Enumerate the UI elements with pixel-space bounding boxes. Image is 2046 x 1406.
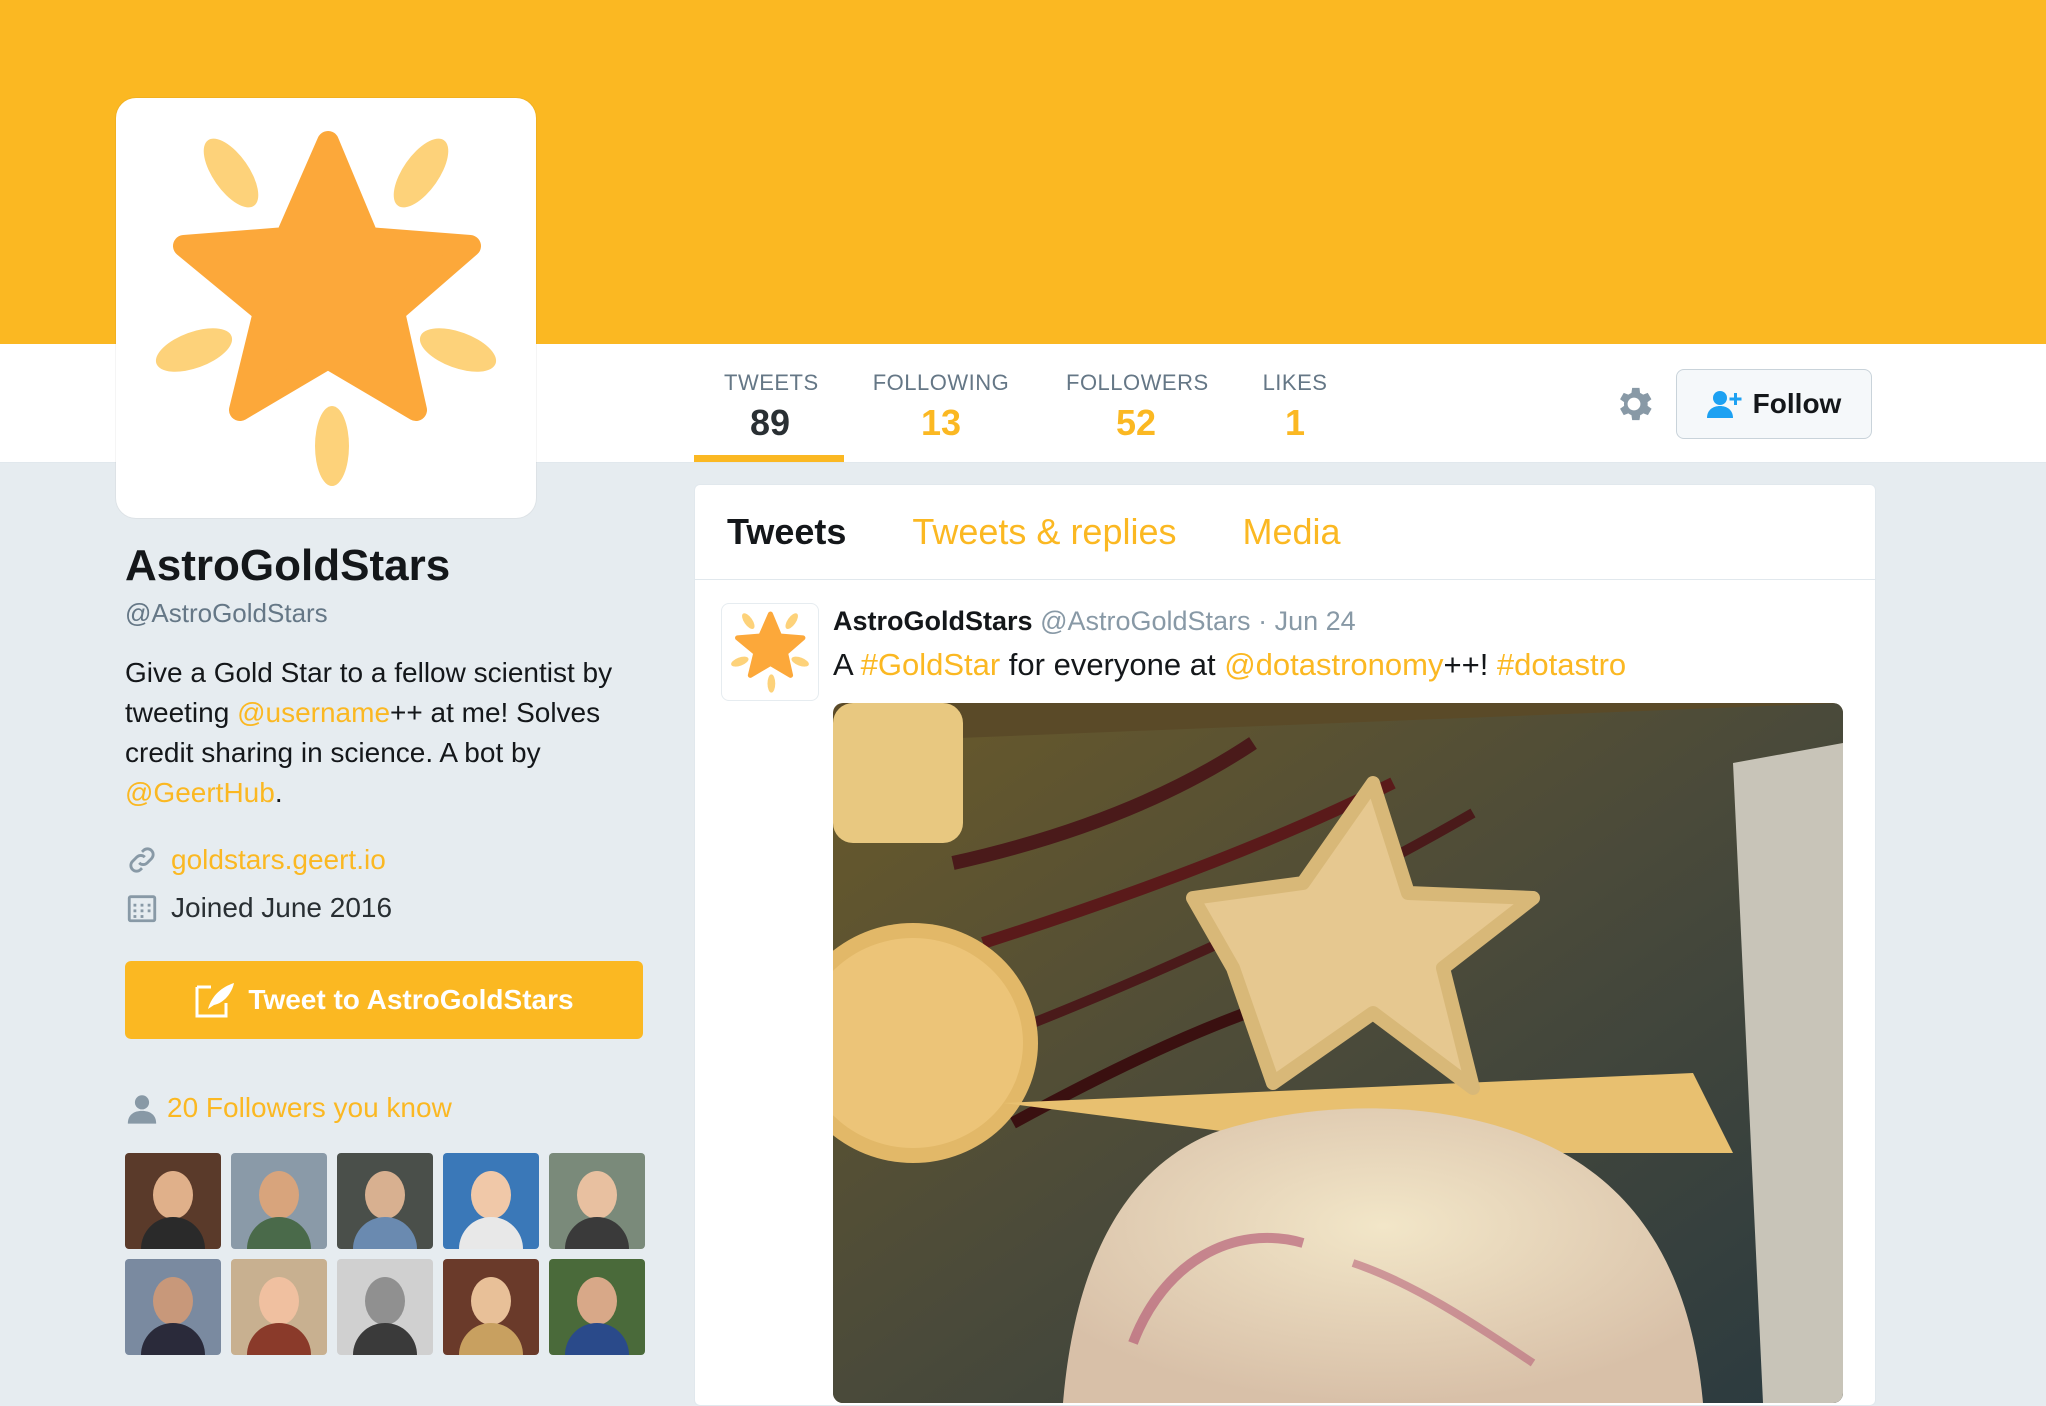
follower-avatar[interactable] (125, 1153, 221, 1249)
profile-handle[interactable]: @AstroGoldStars (125, 598, 645, 629)
timeline-tabs: Tweets Tweets & replies Media (695, 485, 1875, 580)
tweet-separator: · (1258, 606, 1268, 636)
joined-date: Joined June 2016 (171, 892, 393, 923)
stat-likes[interactable]: LIKES 1 (1262, 370, 1328, 444)
follower-avatar[interactable] (337, 1259, 433, 1355)
profile-website: goldstars.geert.io (125, 843, 645, 877)
tweet-content: AstroGoldStars @AstroGoldStars · Jun 24 … (833, 603, 1843, 687)
tweet-photo[interactable] (833, 703, 1843, 1403)
compose-tweet-icon (195, 983, 235, 1018)
add-user-icon (1706, 391, 1742, 418)
tweet-text-part: ++! (1443, 647, 1497, 682)
follower-avatar[interactable] (443, 1259, 539, 1355)
followers-you-know-link[interactable]: 20 Followers you know (125, 1091, 645, 1125)
gold-star-icon (155, 131, 497, 486)
tweet-date[interactable]: Jun 24 (1275, 606, 1356, 636)
tweet-text-part: for everyone at (1000, 647, 1225, 682)
tweet-text-part: A (833, 647, 861, 682)
tweet-to-label: Tweet to AstroGoldStars (248, 984, 574, 1015)
stat-followers-value: 52 (1115, 402, 1157, 443)
bio-mention-link[interactable]: @username (237, 697, 390, 728)
profile-avatar[interactable] (116, 98, 536, 518)
follower-avatar[interactable] (549, 1259, 645, 1355)
active-stat-indicator (694, 455, 844, 462)
stat-tweets-label: TWEETS (724, 370, 819, 395)
gold-star-icon (731, 611, 809, 693)
stat-followers-label: FOLLOWERS (1066, 370, 1209, 395)
profile-joined: Joined June 2016 (125, 891, 645, 925)
hashtag-link[interactable]: #dotastro (1497, 647, 1626, 682)
stat-following-label: FOLLOWING (872, 370, 1010, 395)
website-link[interactable]: goldstars.geert.io (171, 844, 386, 876)
calendar-icon (127, 895, 157, 923)
stat-following[interactable]: FOLLOWING 13 (872, 370, 1010, 444)
follow-button-label: Follow (1752, 388, 1842, 419)
tweet-author-handle[interactable]: @AstroGoldStars (1040, 606, 1250, 636)
tab-tweets-replies[interactable]: Tweets & replies (912, 511, 1176, 553)
follower-avatar[interactable] (443, 1153, 539, 1249)
profile-sidebar: AstroGoldStars @AstroGoldStars Give a Go… (125, 536, 645, 1355)
gear-icon[interactable] (1612, 382, 1656, 426)
follower-avatar[interactable] (125, 1259, 221, 1355)
stat-tweets-value: 89 (749, 402, 791, 443)
follower-avatar[interactable] (231, 1259, 327, 1355)
person-icon (127, 1095, 157, 1124)
stat-followers[interactable]: FOLLOWERS 52 (1066, 370, 1209, 444)
tab-tweets[interactable]: Tweets (727, 511, 846, 553)
profile-name[interactable]: AstroGoldStars (125, 536, 645, 596)
profile-bio: Give a Gold Star to a fellow scientist b… (125, 653, 635, 813)
stat-tweets[interactable]: TWEETS 89 (724, 370, 819, 444)
stat-likes-label: LIKES (1262, 370, 1328, 395)
stat-likes-value: 1 (1284, 402, 1306, 443)
tweet-author-name[interactable]: AstroGoldStars (833, 606, 1033, 636)
follower-avatar[interactable] (231, 1153, 327, 1249)
bio-author-link[interactable]: @GeertHub (125, 777, 275, 808)
follower-avatar[interactable] (549, 1153, 645, 1249)
followers-you-know-label: 20 Followers you know (167, 1092, 452, 1123)
hashtag-link[interactable]: #GoldStar (861, 647, 1001, 682)
link-icon (129, 847, 155, 873)
followers-you-know-grid (125, 1153, 645, 1355)
tweet-to-button[interactable]: Tweet to AstroGoldStars (125, 961, 643, 1039)
stat-following-value: 13 (920, 402, 962, 443)
timeline-panel: Tweets Tweets & replies Media AstroGoldS… (694, 484, 1876, 1406)
tweet-avatar[interactable] (721, 603, 819, 701)
tweet-text: A #GoldStar for everyone at @dotastronom… (833, 643, 1843, 687)
dessert-photo (833, 703, 1843, 1403)
tweet-header: AstroGoldStars @AstroGoldStars · Jun 24 (833, 603, 1843, 639)
follower-avatar[interactable] (337, 1153, 433, 1249)
mention-link[interactable]: @dotastronomy (1224, 647, 1443, 682)
follow-button[interactable]: Follow (1676, 369, 1872, 439)
tab-media[interactable]: Media (1243, 511, 1341, 553)
bio-text: . (274, 777, 283, 808)
